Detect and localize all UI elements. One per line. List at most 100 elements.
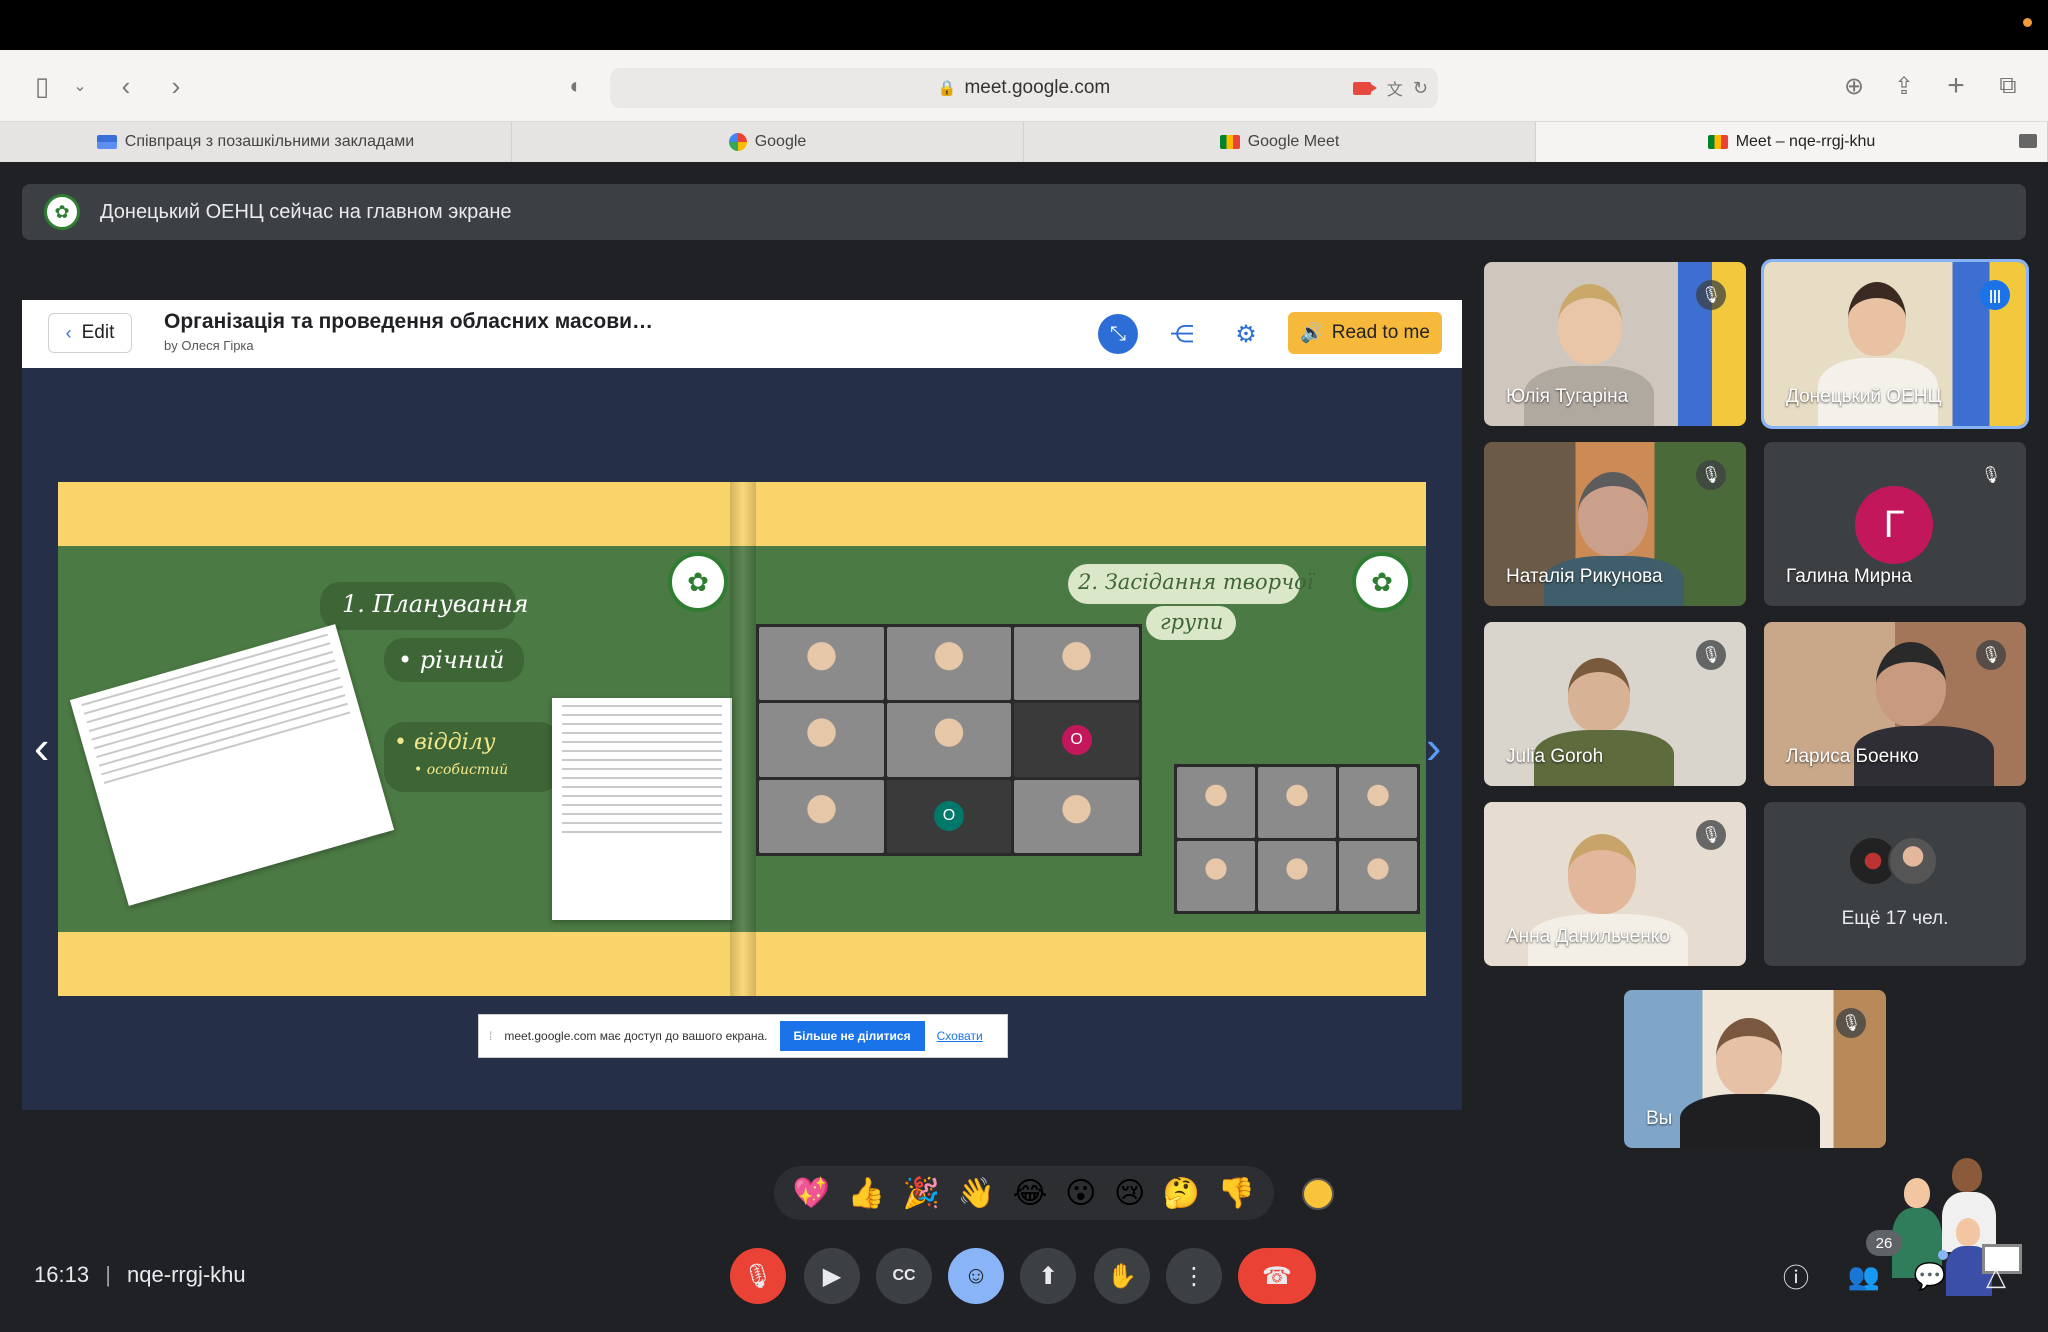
hide-notice-link[interactable]: Сховати (937, 1029, 983, 1043)
drag-handle-icon[interactable]: ⁞ (489, 1029, 492, 1043)
browser-toolbar: ▯ ⌄ ‹ › ◐ 🔒 meet.google.com 文 ↻ ⊕ ⇪ + ⧉ (0, 50, 2048, 122)
edit-button[interactable]: ‹ Edit (48, 313, 132, 353)
people-count-badge: 26 (1866, 1230, 1902, 1256)
mic-toggle-button[interactable]: 🎙 (730, 1248, 786, 1304)
back-icon[interactable]: ‹ (106, 66, 146, 106)
emblem-icon: ✿ (668, 552, 728, 612)
tab-label: Google Meet (1247, 133, 1340, 150)
chevron-down-icon[interactable]: ⌄ (60, 66, 100, 106)
participant-tile[interactable]: 🎙 Julia Goroh (1484, 622, 1746, 786)
participant-name: Галина Мирна (1786, 566, 1912, 587)
new-tab-icon[interactable]: + (1936, 66, 1976, 106)
prev-page-icon[interactable]: ‹ (34, 720, 49, 774)
flipbook-header: ‹ Edit Організація та проведення обласни… (22, 300, 1462, 368)
tab-google-meet[interactable]: Google Meet (1024, 122, 1536, 162)
emblem-icon: ✿ (1352, 552, 1412, 612)
mini-tile (1339, 840, 1417, 911)
participant-name: Лариса Боенко (1786, 746, 1919, 767)
meeting-code: nqe-rrgj-khu (127, 1262, 246, 1287)
activities-button[interactable]: △ (1974, 1254, 2018, 1298)
end-call-button[interactable]: ☎ (1238, 1248, 1316, 1304)
captions-icon: CC (892, 1267, 916, 1284)
slide-page-left: 1. Планування • річний • відділу • особи… (58, 546, 742, 932)
chat-icon: 💬 (1913, 1260, 1947, 1291)
reaction-sad[interactable]: 😢 (1114, 1176, 1145, 1211)
mic-off-icon: 🎙 (1696, 280, 1726, 310)
reaction-surprised[interactable]: 😮 (1065, 1176, 1096, 1211)
translate-icon[interactable]: 文 (1387, 76, 1403, 100)
sidebar-icon[interactable]: ▯ (22, 66, 62, 106)
mini-tile (1339, 767, 1417, 838)
participant-tile[interactable]: Г 🎙 Галина Мирна (1764, 442, 2026, 606)
person-head (1952, 1158, 1982, 1192)
participant-name: Julia Goroh (1506, 746, 1604, 767)
reaction-thumbs-up[interactable]: 👍 (848, 1176, 885, 1211)
forward-icon[interactable]: › (156, 66, 196, 106)
participant-tile[interactable]: 🎙 Наталія Рикунова (1484, 442, 1746, 606)
reaction-heart[interactable]: 💖 (793, 1176, 830, 1211)
participant-body (1680, 1094, 1820, 1148)
reload-icon[interactable]: ↻ (1413, 78, 1428, 99)
camera-toggle-button[interactable]: ▶ (804, 1248, 860, 1304)
participant-tile[interactable]: 🎙 Юлія Тугаріна (1484, 262, 1746, 426)
reaction-party[interactable]: 🎉 (903, 1176, 940, 1211)
reaction-wave[interactable]: 👋 (958, 1176, 995, 1211)
meeting-details-button[interactable]: ⓘ (1774, 1254, 1818, 1298)
more-vert-icon: ⋮ (1182, 1262, 1206, 1290)
next-page-icon[interactable]: › (1426, 720, 1441, 774)
slide-item-annual: • річний (398, 646, 505, 674)
tab-spivpratsia[interactable]: Співпраця з позашкільними закладами (0, 122, 512, 162)
share-notice-text: meet.google.com має доступ до вашого екр… (504, 1029, 768, 1043)
share-icon[interactable]: ⇪ (1884, 66, 1924, 106)
participant-face (1716, 1018, 1782, 1096)
chat-button[interactable]: 💬 (1908, 1254, 1952, 1298)
read-label: Read to me (1331, 322, 1430, 343)
captions-button[interactable]: CC (876, 1248, 932, 1304)
emoji-icon: ☺ (963, 1262, 989, 1289)
speaking-indicator-icon: ||| (1980, 280, 2010, 310)
self-view-tile[interactable]: 🎙 Вы (1624, 990, 1886, 1148)
participant-tile[interactable]: 🎙 Анна Данильченко (1484, 802, 1746, 966)
mic-off-icon: 🎙 (1836, 1008, 1866, 1038)
participant-tile-active-speaker[interactable]: ||| Донецький ОЕНЦ (1761, 259, 2029, 429)
read-to-me-button[interactable]: 🔊 Read to me (1288, 312, 1442, 354)
presenting-banner: ✿ Донецький ОЕНЦ сейчас на главном экран… (22, 184, 2026, 240)
address-bar[interactable]: 🔒 meet.google.com 文 ↻ (610, 68, 1438, 108)
more-participants-tile[interactable]: Ещё 17 чел. (1764, 802, 2026, 966)
tab-overview-icon[interactable]: ⧉ (1988, 66, 2028, 106)
reactions-button[interactable]: ☺ (948, 1248, 1004, 1304)
present-button[interactable]: ⬆ (1020, 1248, 1076, 1304)
tab-bar: Співпраця з позашкільними закладами Goog… (0, 122, 2048, 162)
book-spine (730, 482, 756, 996)
participant-face (1848, 282, 1906, 356)
raise-hand-button[interactable]: ✋ (1094, 1248, 1150, 1304)
reaction-thinking[interactable]: 🤔 (1163, 1176, 1200, 1211)
exit-fullscreen-icon[interactable]: ⤡ (1098, 314, 1138, 354)
meet-icon (1707, 135, 1728, 149)
gear-icon[interactable]: ⚙ (1226, 314, 1266, 354)
flipbook-title: Організація та проведення обласних масов… (164, 310, 654, 333)
people-button[interactable]: 👥 (1842, 1254, 1886, 1298)
participant-tile[interactable]: 🎙 Лариса Боенко (1764, 622, 2026, 786)
share-icon[interactable]: ⋲ (1162, 314, 1202, 354)
more-options-button[interactable]: ⋮ (1166, 1248, 1222, 1304)
participant-face (1568, 658, 1630, 732)
tab-google[interactable]: Google (512, 122, 1024, 162)
reaction-laugh[interactable]: 😂 (1013, 1176, 1048, 1211)
google-icon (728, 133, 747, 151)
phone-hangup-icon: ☎ (1262, 1262, 1292, 1290)
slide-item-department: • відділу (394, 730, 496, 755)
mic-off-icon: 🎙 (1696, 460, 1726, 490)
download-icon[interactable]: ⊕ (1834, 66, 1874, 106)
camera-icon: ▶ (822, 1262, 842, 1290)
camera-in-use-icon[interactable] (1352, 81, 1377, 95)
recording-dot (2023, 18, 2032, 27)
mic-off-icon: 🎙 (742, 1262, 774, 1290)
privacy-shield-icon[interactable]: ◐ (556, 66, 596, 106)
slide-page-right: 2. Засідання творчої групи ✿ О О (742, 546, 2022, 1296)
tab-meet-call[interactable]: Meet – nqe-rrgj-khu (1536, 122, 2048, 162)
reaction-thumbs-down[interactable]: 👎 (1218, 1176, 1255, 1211)
speaker-icon: 🔊 (1300, 323, 1324, 344)
stop-sharing-button[interactable]: Більше не ділитися (779, 1021, 925, 1051)
skin-tone-selector[interactable] (1302, 1178, 1334, 1210)
